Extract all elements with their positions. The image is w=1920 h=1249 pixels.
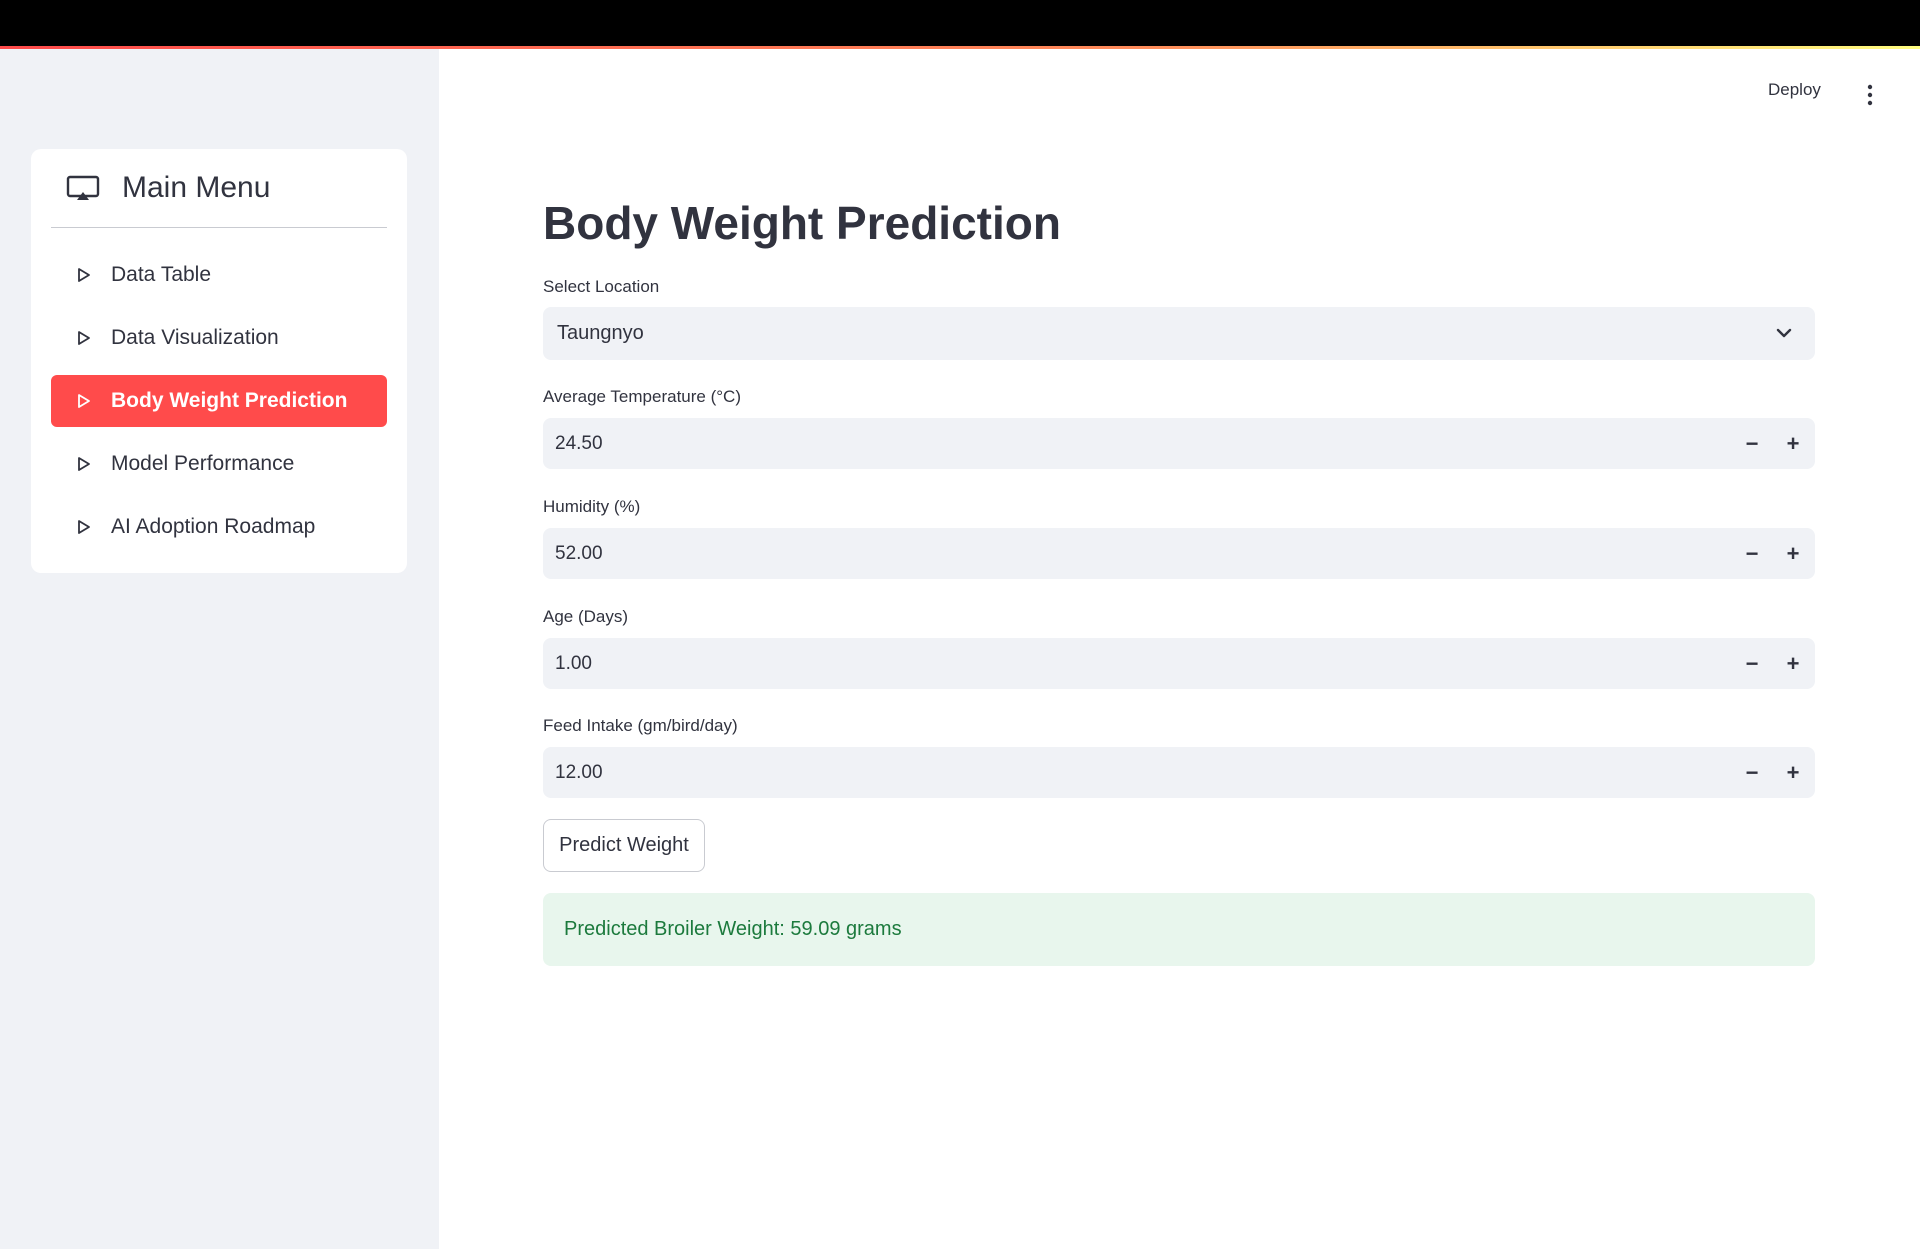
predict-weight-button[interactable]: Predict Weight: [543, 819, 705, 872]
main-menu-header: Main Menu: [51, 149, 387, 228]
play-triangle-icon: [78, 268, 90, 282]
sidebar-item-label: Data Visualization: [111, 326, 279, 349]
prediction-result-text: Predicted Broiler Weight: 59.09 grams: [564, 918, 902, 940]
play-triangle-icon: [78, 394, 90, 408]
sidebar-item-ai-adoption-roadmap[interactable]: AI Adoption Roadmap: [51, 501, 387, 553]
play-triangle-icon: [78, 520, 90, 534]
humidity-value: 52.00: [555, 543, 603, 564]
main-menu-title: Main Menu: [122, 171, 271, 204]
chevron-down-icon: [1776, 328, 1792, 338]
temperature-decrement-button[interactable]: −: [1732, 418, 1772, 469]
humidity-label: Humidity (%): [543, 497, 641, 516]
location-label: Select Location: [543, 277, 660, 296]
airplay-display-icon: [66, 175, 100, 200]
temperature-input[interactable]: 24.50 − +: [543, 418, 1815, 469]
age-increment-button[interactable]: +: [1773, 638, 1813, 689]
deploy-button[interactable]: Deploy: [1768, 80, 1821, 100]
location-select-value: Taungnyo: [557, 322, 644, 344]
temperature-value: 24.50: [555, 433, 603, 454]
temperature-label: Average Temperature (°C): [543, 387, 741, 406]
main-menu-card: Main Menu Data Table Data Visualization …: [31, 149, 407, 573]
sidebar-item-label: Model Performance: [111, 452, 295, 475]
sidebar-item-label: Body Weight Prediction: [111, 389, 348, 412]
play-triangle-icon: [78, 457, 90, 471]
age-input[interactable]: 1.00 − +: [543, 638, 1815, 689]
feed-intake-value: 12.00: [555, 762, 603, 783]
page-title: Body Weight Prediction: [543, 197, 1061, 249]
humidity-increment-button[interactable]: +: [1773, 528, 1813, 579]
kebab-vertical-icon[interactable]: [1860, 84, 1880, 106]
feed-intake-input[interactable]: 12.00 − +: [543, 747, 1815, 798]
sidebar-item-label: AI Adoption Roadmap: [111, 515, 316, 538]
temperature-increment-button[interactable]: +: [1773, 418, 1813, 469]
browser-top-bar: [0, 0, 1920, 48]
location-select[interactable]: Taungnyo: [543, 307, 1815, 360]
play-triangle-icon: [78, 331, 90, 345]
sidebar-item-body-weight-prediction[interactable]: Body Weight Prediction: [51, 375, 387, 427]
humidity-input[interactable]: 52.00 − +: [543, 528, 1815, 579]
prediction-result-alert: Predicted Broiler Weight: 59.09 grams: [543, 893, 1815, 966]
age-label: Age (Days): [543, 607, 629, 626]
feed-intake-increment-button[interactable]: +: [1773, 747, 1813, 798]
sidebar-item-model-performance[interactable]: Model Performance: [51, 438, 387, 490]
feed-intake-label: Feed Intake (gm/bird/day): [543, 716, 738, 735]
age-decrement-button[interactable]: −: [1732, 638, 1772, 689]
sidebar-item-data-table[interactable]: Data Table: [51, 249, 387, 301]
main-menu-list: Data Table Data Visualization Body Weigh…: [51, 249, 387, 564]
sidebar-item-label: Data Table: [111, 263, 212, 286]
sidebar-item-data-visualization[interactable]: Data Visualization: [51, 312, 387, 364]
sidebar: Main Menu Data Table Data Visualization …: [0, 49, 439, 1249]
feed-intake-decrement-button[interactable]: −: [1732, 747, 1772, 798]
humidity-decrement-button[interactable]: −: [1732, 528, 1772, 579]
age-value: 1.00: [555, 653, 592, 674]
